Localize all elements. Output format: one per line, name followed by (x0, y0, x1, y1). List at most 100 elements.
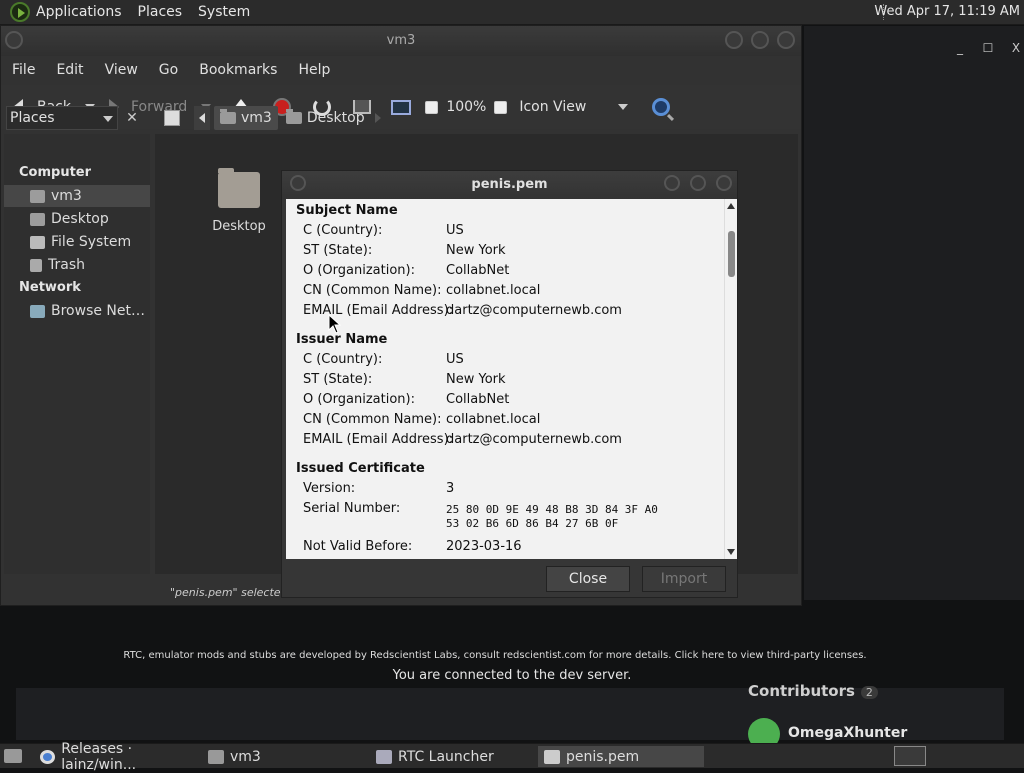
scroll-down-icon[interactable] (727, 549, 735, 555)
subject-heading: Subject Name (296, 203, 398, 218)
bg-minimize-button[interactable]: _ (950, 38, 970, 58)
window-menu-icon[interactable] (5, 31, 23, 49)
sidebar-item-file-system[interactable]: File System (4, 231, 150, 253)
field-label: C (Country): (303, 223, 383, 238)
trash-icon (30, 258, 42, 272)
dialog-close-button[interactable] (716, 175, 732, 191)
desktop-folder-item[interactable] (218, 168, 260, 210)
sidebar-item-browse-network[interactable]: Browse Net… (4, 300, 150, 322)
field-value: dartz@computernewb.com (446, 432, 622, 447)
desktop-folder-icon (285, 109, 302, 124)
contributors-count: 2 (860, 686, 878, 699)
field-value: New York (446, 372, 506, 387)
task-label: penis.pem (566, 748, 640, 765)
menu-file[interactable]: File (12, 62, 35, 78)
maximize-button[interactable] (751, 31, 769, 49)
serial-value-line1: 25 80 0D 9E 49 48 B8 3D 84 3F A0 (446, 503, 658, 516)
menu-places[interactable]: Places (138, 4, 183, 20)
home-folder-icon (220, 109, 236, 124)
field-value: collabnet.local (446, 283, 541, 298)
task-penis-pem[interactable]: penis.pem (538, 746, 704, 767)
sidebar-item-vm3[interactable]: vm3 (4, 185, 150, 207)
breadcrumb-vm3[interactable]: vm3 (214, 106, 278, 130)
dialog-maximize-button[interactable] (690, 175, 706, 191)
version-label: Version: (303, 481, 356, 496)
close-dialog-button[interactable]: Close (546, 566, 630, 592)
close-button[interactable] (777, 31, 795, 49)
sidebar-item-label: Trash (48, 257, 85, 273)
network-icon (30, 304, 45, 318)
places-chevron-down-icon (103, 116, 113, 122)
chrome-icon (40, 749, 56, 764)
sidebar-close-icon[interactable]: ✕ (122, 108, 142, 128)
field-value: CollabNet (446, 263, 510, 278)
license-banner[interactable]: RTC, emulator mods and stubs are develop… (0, 650, 990, 661)
task-label: RTC Launcher (398, 748, 494, 765)
bg-maximize-button[interactable]: ☐ (978, 38, 998, 58)
menu-edit[interactable]: Edit (56, 62, 83, 78)
serial-label: Serial Number: (303, 501, 401, 516)
clock[interactable]: Wed Apr 17, 11:19 AM (874, 4, 1020, 19)
scroll-up-icon[interactable] (727, 203, 735, 209)
contributors-label: Contributors (748, 682, 855, 700)
import-button[interactable]: Import (642, 566, 726, 592)
field-label: CN (Common Name): (303, 283, 442, 298)
task-label: vm3 (230, 748, 261, 765)
scroll-thumb[interactable] (728, 231, 735, 277)
field-label: ST (State): (303, 243, 373, 258)
edit-location-icon[interactable] (164, 110, 180, 126)
sidebar-item-label: vm3 (51, 188, 82, 204)
menu-go[interactable]: Go (159, 62, 178, 78)
version-value: 3 (446, 481, 455, 496)
connection-status: You are connected to the dev server. (392, 668, 632, 683)
sidebar-item-label: Desktop (51, 211, 109, 227)
field-label: EMAIL (Email Address): (303, 303, 454, 318)
window-icon (544, 749, 560, 764)
task-rtc-launcher[interactable]: RTC Launcher (370, 746, 536, 767)
breadcrumb-right-icon[interactable] (374, 113, 381, 123)
top-panel: Applications Places System Wed Apr 17, 1… (0, 0, 1024, 25)
dialog-minimize-button[interactable] (664, 175, 680, 191)
menu-system[interactable]: System (198, 4, 250, 20)
launcher-icon (376, 749, 392, 764)
sidebar-heading-network: Network (19, 280, 81, 295)
distro-logo-icon[interactable] (10, 2, 30, 22)
menu-applications[interactable]: Applications (36, 4, 122, 20)
certificate-heading: Issued Certificate (296, 461, 425, 476)
window-title: vm3 (1, 26, 801, 56)
dialog-scrollbar[interactable] (724, 199, 737, 559)
task-vm3[interactable]: vm3 (202, 746, 368, 767)
show-desktop-icon[interactable] (4, 749, 22, 763)
bg-close-button[interactable]: X (1006, 38, 1024, 58)
field-value: US (446, 352, 464, 367)
folder-icon (208, 749, 224, 764)
task-releases[interactable]: Releases · lainz/win... (34, 741, 200, 773)
contributors-heading[interactable]: Contributors 2 (748, 682, 878, 700)
breadcrumb-left-icon[interactable] (194, 106, 210, 130)
sidebar-item-trash[interactable]: Trash (4, 254, 150, 276)
sidebar-item-label: File System (51, 234, 132, 250)
folder-label[interactable]: Desktop (204, 219, 274, 234)
breadcrumb-vm3-label: vm3 (241, 110, 272, 126)
certificate-details: Subject Name C (Country): US ST (State):… (286, 199, 724, 559)
sidebar-item-desktop[interactable]: Desktop (4, 208, 150, 230)
places-selector[interactable]: Places (6, 106, 118, 130)
sidebar-item-label: Browse Net… (51, 303, 146, 319)
background-window (804, 26, 1024, 600)
dialog-menu-icon[interactable] (290, 175, 306, 191)
mouse-cursor-icon (328, 314, 342, 334)
menu-bookmarks[interactable]: Bookmarks (199, 62, 277, 78)
menu-view[interactable]: View (105, 62, 138, 78)
field-value: New York (446, 243, 506, 258)
workspace-switcher[interactable] (894, 746, 926, 766)
certificate-dialog: penis.pem Subject Name C (Country): US S… (281, 170, 738, 598)
field-label: O (Organization): (303, 263, 415, 278)
menu-help[interactable]: Help (298, 62, 330, 78)
field-label: O (Organization): (303, 392, 415, 407)
drive-icon (30, 235, 45, 249)
desktop-folder-icon (30, 212, 45, 226)
breadcrumb-desktop[interactable]: Desktop (280, 106, 371, 130)
contributor-name[interactable]: OmegaXhunter (788, 725, 907, 741)
minimize-button[interactable] (725, 31, 743, 49)
field-label: EMAIL (Email Address): (303, 432, 454, 447)
